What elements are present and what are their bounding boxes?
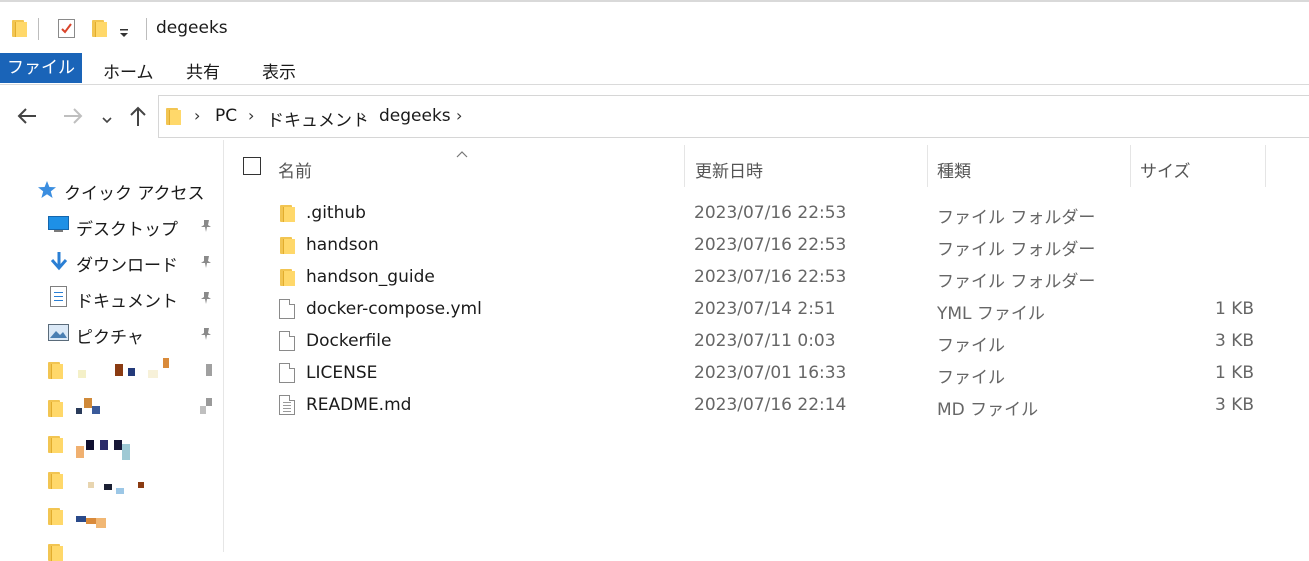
file-type: ファイル フォルダー	[937, 208, 1096, 228]
text-file-icon	[279, 395, 295, 415]
back-button[interactable]	[16, 106, 38, 131]
pin-icon[interactable]	[200, 218, 212, 232]
divider	[146, 18, 147, 40]
breadcrumb-pc[interactable]: PC	[215, 106, 237, 126]
file-type: MD ファイル	[937, 400, 1039, 420]
customize-toolbar-dropdown-icon[interactable]	[118, 24, 130, 44]
sidebar-item-desktop[interactable]: デスクトップ	[76, 215, 178, 240]
properties-icon[interactable]	[58, 19, 75, 38]
column-header-type[interactable]: 種類	[937, 157, 971, 182]
file-icon	[279, 331, 295, 351]
folder-icon	[280, 269, 295, 286]
file-row[interactable]: handson_guide 2023/07/16 22:53 ファイル フォルダ…	[240, 262, 1300, 294]
chevron-right-icon[interactable]: ›	[248, 106, 254, 125]
file-type: ファイル フォルダー	[937, 240, 1096, 260]
folder-icon	[48, 436, 63, 453]
column-header-size[interactable]: サイズ	[1140, 157, 1191, 182]
folder-icon	[48, 544, 63, 561]
tab-home[interactable]: ホーム	[103, 58, 154, 83]
title-bar: degeeks	[0, 0, 1309, 52]
file-type: ファイル フォルダー	[937, 272, 1096, 292]
pin-icon[interactable]	[200, 254, 212, 268]
file-row[interactable]: docker-compose.yml 2023/07/14 2:51 YML フ…	[240, 294, 1300, 326]
chevron-right-icon[interactable]: ›	[456, 106, 462, 125]
file-name[interactable]: LICENSE	[306, 363, 377, 383]
tab-view[interactable]: 表示	[262, 58, 296, 83]
pin-icon[interactable]	[200, 290, 212, 304]
file-name[interactable]: handson	[306, 235, 379, 255]
file-row[interactable]: .github 2023/07/16 22:53 ファイル フォルダー	[240, 198, 1300, 230]
file-size: 1 KB	[1214, 299, 1254, 319]
sort-ascending-icon	[455, 143, 469, 163]
file-name[interactable]: .github	[306, 203, 366, 223]
folder-icon	[280, 237, 295, 254]
column-divider[interactable]	[927, 145, 928, 187]
chevron-right-icon[interactable]: ›	[194, 106, 200, 125]
column-divider[interactable]	[1265, 145, 1266, 187]
new-folder-icon[interactable]	[92, 20, 107, 37]
download-arrow-icon	[50, 251, 68, 276]
column-header-name[interactable]: 名前	[278, 157, 312, 182]
file-date: 2023/07/16 22:14	[694, 395, 847, 415]
star-icon	[37, 180, 57, 204]
file-name[interactable]: README.md	[306, 395, 411, 415]
folder-icon	[12, 20, 27, 37]
sidebar-quick-access[interactable]: クイック アクセス	[64, 179, 205, 204]
tab-file[interactable]: ファイル	[0, 53, 82, 83]
file-name[interactable]: handson_guide	[306, 267, 435, 287]
file-icon	[279, 299, 295, 319]
forward-button[interactable]	[62, 106, 84, 131]
breadcrumb-degeeks[interactable]: degeeks	[379, 106, 451, 126]
desktop-icon	[48, 216, 69, 233]
folder-icon	[48, 508, 63, 525]
pin-icon[interactable]	[200, 326, 212, 340]
folder-icon	[280, 205, 295, 222]
tab-share[interactable]: 共有	[186, 58, 220, 83]
up-button[interactable]	[128, 105, 148, 132]
sidebar-item-documents[interactable]: ドキュメント	[76, 287, 178, 312]
file-date: 2023/07/16 22:53	[694, 235, 847, 255]
file-date: 2023/07/16 22:53	[694, 267, 847, 287]
column-divider[interactable]	[684, 145, 685, 187]
file-icon	[279, 363, 295, 383]
file-row[interactable]: Dockerfile 2023/07/11 0:03 ファイル 3 KB	[240, 326, 1300, 358]
folder-icon	[48, 472, 63, 489]
file-date: 2023/07/01 16:33	[694, 363, 847, 383]
breadcrumb-documents[interactable]: ドキュメント	[267, 106, 369, 131]
file-type: ファイル	[937, 336, 1005, 356]
file-type: ファイル	[937, 368, 1005, 388]
file-date: 2023/07/16 22:53	[694, 203, 847, 223]
file-size: 3 KB	[1214, 331, 1254, 351]
divider	[38, 18, 39, 40]
sidebar-item-pictures[interactable]: ピクチャ	[76, 323, 144, 348]
file-row[interactable]: handson 2023/07/16 22:53 ファイル フォルダー	[240, 230, 1300, 262]
column-divider[interactable]	[1130, 145, 1131, 187]
file-name[interactable]: Dockerfile	[306, 331, 391, 351]
ribbon-divider	[0, 84, 1309, 85]
file-date: 2023/07/11 0:03	[694, 331, 836, 351]
file-row[interactable]: LICENSE 2023/07/01 16:33 ファイル 1 KB	[240, 358, 1300, 390]
folder-icon	[166, 108, 181, 125]
folder-icon	[48, 362, 63, 379]
file-name[interactable]: docker-compose.yml	[306, 299, 482, 319]
window-title: degeeks	[156, 18, 228, 38]
column-header-date[interactable]: 更新日時	[695, 157, 763, 182]
file-type: YML ファイル	[937, 304, 1045, 324]
file-size: 1 KB	[1214, 363, 1254, 383]
select-all-checkbox[interactable]	[243, 157, 261, 175]
folder-icon	[48, 400, 63, 417]
document-icon	[50, 286, 67, 307]
sidebar-item-downloads[interactable]: ダウンロード	[76, 251, 178, 276]
sidebar-divider	[223, 140, 224, 552]
recent-locations-dropdown[interactable]	[101, 110, 113, 130]
chevron-right-icon[interactable]: ›	[360, 106, 366, 125]
file-date: 2023/07/14 2:51	[694, 299, 836, 319]
file-size: 3 KB	[1214, 395, 1254, 415]
file-row[interactable]: README.md 2023/07/16 22:14 MD ファイル 3 KB	[240, 390, 1300, 422]
picture-icon	[48, 324, 69, 341]
